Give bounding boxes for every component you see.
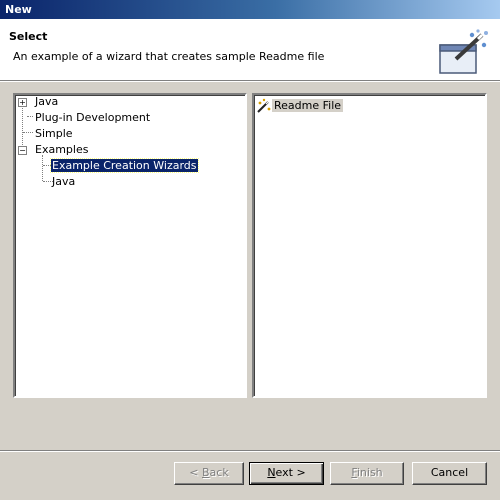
category-tree[interactable]: + Java Plug-in Development Simple − Exam…: [13, 93, 247, 398]
back-button-label: <: [189, 466, 202, 479]
tree-item-label: Java: [35, 95, 59, 108]
window-title: New: [5, 3, 32, 16]
wizard-header: Select An example of a wizard that creat…: [0, 19, 500, 81]
tree-item-label: Example Creation Wizards: [50, 158, 199, 173]
list-item-label: Readme File: [272, 99, 344, 112]
expand-icon[interactable]: +: [18, 98, 27, 107]
title-bar: New: [0, 0, 500, 19]
tree-connector: [22, 101, 23, 149]
next-button-mnemonic: N: [267, 466, 276, 479]
finish-button-label-rest: inish: [356, 466, 383, 479]
tree-item-label: Simple: [35, 127, 73, 140]
finish-button[interactable]: Finish: [330, 462, 404, 485]
wizard-banner-icon: [439, 29, 488, 74]
cancel-button-label: Cancel: [430, 466, 469, 479]
collapse-icon[interactable]: −: [18, 146, 27, 155]
tree-item-label: Java: [52, 175, 76, 188]
next-button-label-rest: ext >: [275, 466, 306, 479]
tree-item-label: Plug-in Development: [35, 111, 151, 124]
button-bar-separator: [0, 450, 500, 452]
next-button[interactable]: Next >: [249, 462, 324, 485]
page-description: An example of a wizard that creates samp…: [13, 50, 325, 63]
tree-connector: [27, 116, 33, 117]
cancel-button[interactable]: Cancel: [412, 462, 487, 485]
list-item-readme-file[interactable]: Readme File: [256, 98, 344, 114]
header-divider: [0, 81, 500, 82]
page-title: Select: [9, 30, 48, 43]
tree-connector: [23, 132, 33, 133]
wizards-list[interactable]: Readme File: [252, 93, 487, 398]
tree-item-example-creation-wizards[interactable]: Example Creation Wizards: [50, 158, 199, 173]
back-button-label-rest: ack: [209, 466, 229, 479]
tree-connector: [42, 155, 43, 181]
back-button[interactable]: < Back: [174, 462, 244, 485]
tree-item-examples-java[interactable]: Java: [51, 175, 76, 189]
tree-item-label: Examples: [35, 143, 89, 156]
readme-wizard-icon: [257, 98, 271, 113]
back-button-mnemonic: B: [202, 466, 210, 479]
